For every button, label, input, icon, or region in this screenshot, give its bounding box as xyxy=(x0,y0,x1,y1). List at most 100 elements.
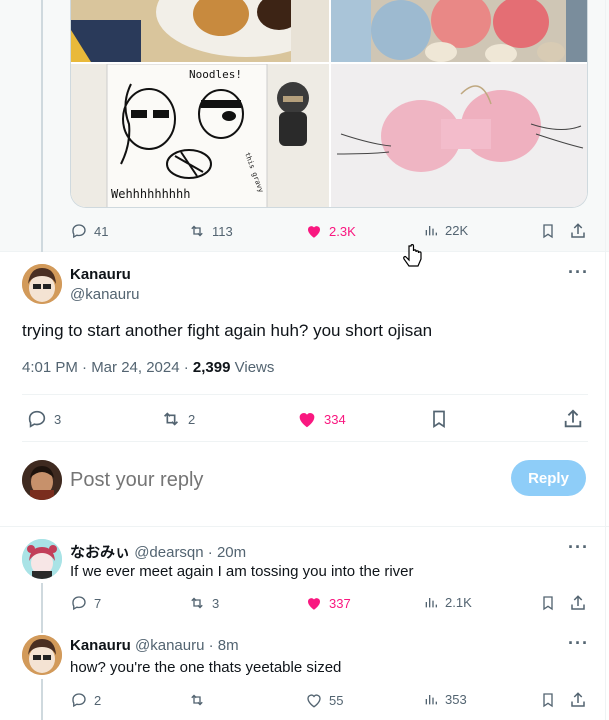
more-icon[interactable]: ··· xyxy=(568,262,589,283)
share-action[interactable] xyxy=(562,408,584,430)
drawing-weh-text: Wehhhhhhhhh xyxy=(111,187,190,201)
repost-action[interactable]: 2 xyxy=(160,408,195,430)
share-icon xyxy=(571,223,585,238)
repost-count: 2 xyxy=(188,411,196,427)
reply-action[interactable]: 41 xyxy=(70,222,108,240)
share-action[interactable] xyxy=(569,691,587,709)
avatar[interactable] xyxy=(22,264,62,304)
media-grid[interactable]: Noodles! Wehhhhhhhhh this gravy xyxy=(70,0,588,208)
top-tweet: Noodles! Wehhhhhhhhh this gravy 41 113 2… xyxy=(0,0,609,267)
reply-tweet-2[interactable]: Kanauru @kanauru · 8m ··· how? you're th… xyxy=(0,623,609,720)
thread-line xyxy=(41,679,43,720)
like-icon xyxy=(308,598,320,610)
share-icon xyxy=(564,409,582,428)
bookmark-action[interactable] xyxy=(540,594,556,612)
views-action[interactable]: 22K xyxy=(423,222,468,238)
bookmark-action[interactable] xyxy=(540,222,556,240)
avatar-naomi-image xyxy=(22,539,62,579)
reply-icon xyxy=(72,596,86,611)
views-icon xyxy=(425,695,437,705)
my-avatar-image xyxy=(22,460,62,500)
divider xyxy=(22,441,588,442)
thread-line xyxy=(41,583,43,623)
reply-author-name[interactable]: なおみぃ xyxy=(70,544,130,561)
share-action[interactable] xyxy=(569,594,587,612)
reply-handle-time[interactable]: @kanauru · 8m xyxy=(135,637,239,654)
more-icon[interactable]: ··· xyxy=(568,537,589,558)
share-icon xyxy=(571,595,585,610)
tweet-views-label: Views xyxy=(230,359,275,376)
reply-count: 41 xyxy=(94,223,109,239)
like-icon xyxy=(299,413,315,428)
views-count: 2.1K xyxy=(445,594,472,610)
drawing-photo: Noodles! Wehhhhhhhhh this gravy xyxy=(71,64,329,207)
views-count: 353 xyxy=(445,691,467,707)
food-photo xyxy=(71,0,329,62)
reply-text: If we ever meet again I am tossing you i… xyxy=(70,563,414,580)
author-handle[interactable]: @kanauru xyxy=(70,286,139,303)
author-name[interactable]: Kanauru xyxy=(70,266,131,283)
repost-icon xyxy=(191,597,203,609)
bookmark-action[interactable] xyxy=(540,691,556,709)
tweet-text: trying to start another fight again huh?… xyxy=(22,321,433,340)
reply-action[interactable]: 3 xyxy=(26,408,61,430)
bookmark-icon xyxy=(543,596,553,611)
divider xyxy=(22,394,588,395)
views-action[interactable]: 2.1K xyxy=(423,594,472,610)
bookmark-action[interactable] xyxy=(429,408,449,430)
share-icon xyxy=(571,692,585,707)
my-avatar[interactable] xyxy=(22,460,62,500)
thread-line xyxy=(41,623,43,633)
like-count: 334 xyxy=(324,411,346,427)
like-action[interactable]: 337 xyxy=(305,594,351,612)
views-count: 22K xyxy=(445,222,469,238)
repost-action[interactable] xyxy=(188,691,212,709)
views-icon xyxy=(425,226,437,236)
reply-icon xyxy=(72,693,86,708)
reply-author-name[interactable]: Kanauru xyxy=(70,637,131,654)
plush-photo xyxy=(331,0,587,62)
more-icon[interactable]: ··· xyxy=(568,633,589,654)
repost-count: 3 xyxy=(212,595,220,611)
reply-icon xyxy=(28,410,46,428)
views-icon xyxy=(425,598,437,608)
reply-text: how? you're the one thats yeetable sized xyxy=(70,659,342,676)
media-image-food[interactable] xyxy=(71,0,329,62)
bookmark-icon xyxy=(543,224,553,239)
avatar-kanauru-image xyxy=(22,264,62,304)
views-action[interactable]: 353 xyxy=(423,691,467,707)
media-image-plush[interactable] xyxy=(331,0,587,62)
main-tweet: Kanauru @kanauru ··· trying to start ano… xyxy=(0,252,609,526)
reply-tweet-1[interactable]: なおみぃ @dearsqn · 20m ··· If we ever meet … xyxy=(0,527,609,623)
reply-input[interactable] xyxy=(70,462,470,498)
avatar[interactable] xyxy=(22,635,62,675)
column-border xyxy=(605,0,606,720)
repost-icon xyxy=(191,225,203,237)
reply-button[interactable]: Reply xyxy=(511,460,586,496)
tweet-timestamp[interactable]: 4:01 PM · Mar 24, 2024 · xyxy=(22,359,193,376)
like-action[interactable]: 55 xyxy=(305,691,343,709)
repost-action[interactable]: 3 xyxy=(188,594,219,612)
like-icon xyxy=(308,226,320,238)
like-count: 55 xyxy=(329,692,344,708)
reply-author: なおみぃ @dearsqn · 20m xyxy=(70,541,246,562)
tweet-meta: 4:01 PM · Mar 24, 2024 · 2,399 Views xyxy=(22,359,274,376)
reply-action[interactable]: 2 xyxy=(70,691,101,709)
thread-line xyxy=(41,0,43,252)
repost-action[interactable]: 113 xyxy=(188,222,233,240)
reply-count: 3 xyxy=(54,411,62,427)
media-image-drawing[interactable]: Noodles! Wehhhhhhhhh this gravy xyxy=(71,64,329,207)
like-action[interactable]: 334 xyxy=(296,408,346,430)
like-action[interactable]: 2.3K xyxy=(305,222,356,240)
repost-icon xyxy=(163,412,179,426)
media-image-fluffy[interactable] xyxy=(331,64,587,207)
reply-handle-time[interactable]: @dearsqn · 20m xyxy=(134,544,246,561)
reply-action[interactable]: 7 xyxy=(70,594,101,612)
tweet-views-count: 2,399 xyxy=(192,359,231,376)
share-action[interactable] xyxy=(569,222,587,240)
reply-count: 2 xyxy=(94,692,102,708)
repost-icon xyxy=(191,694,203,706)
avatar[interactable] xyxy=(22,539,62,579)
avatar-kanauru-image xyxy=(22,635,62,675)
like-count: 337 xyxy=(329,595,351,611)
